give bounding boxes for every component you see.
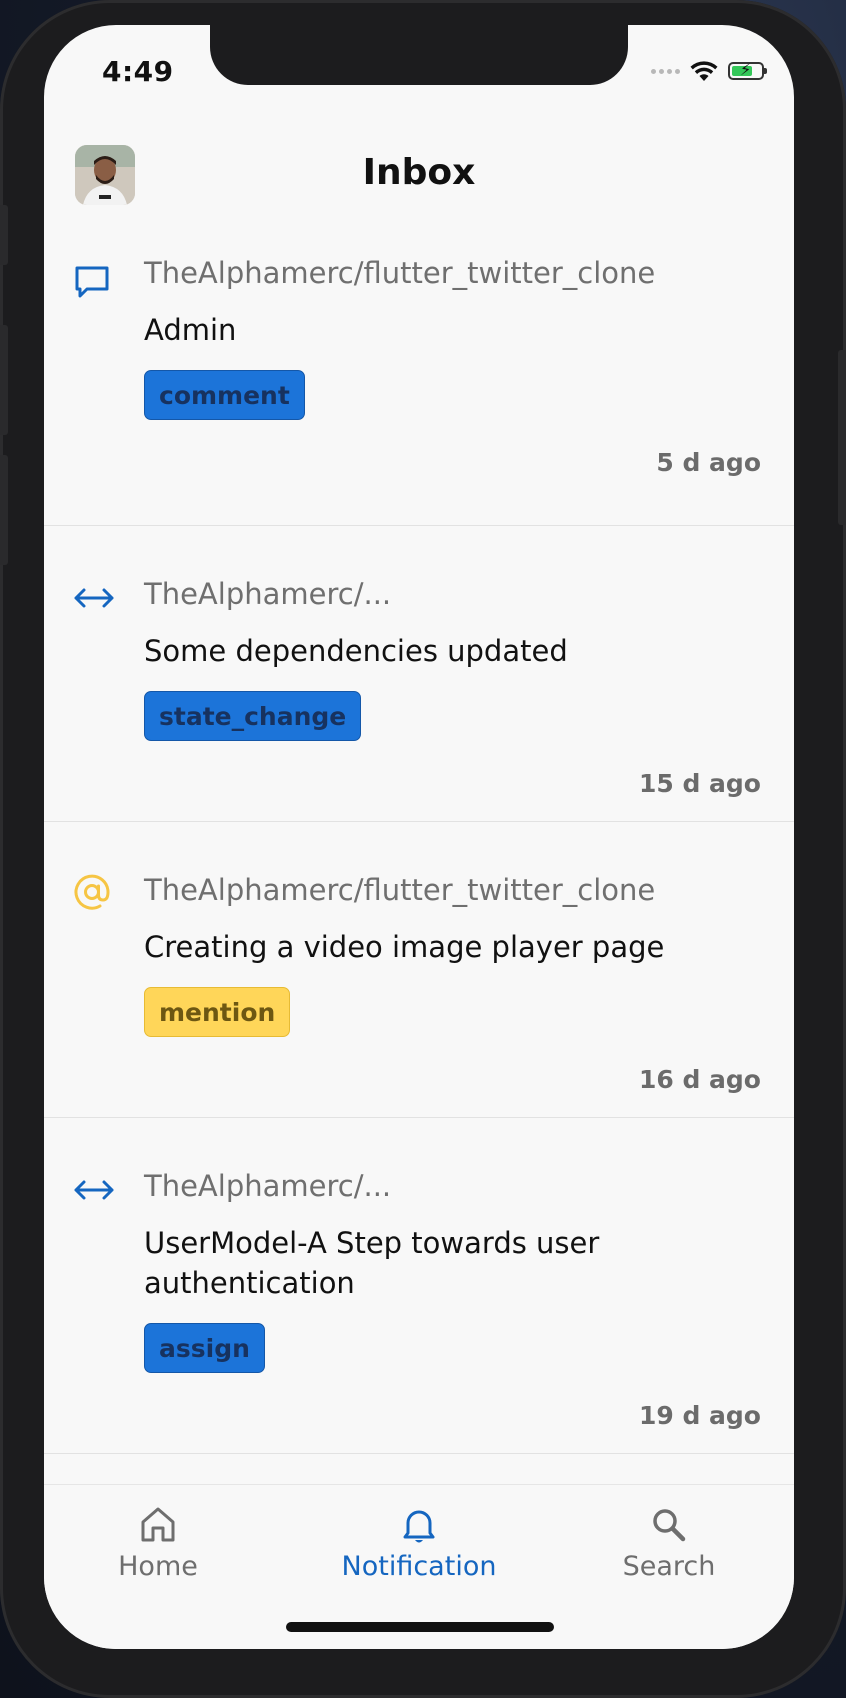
timestamp: 5 d ago — [656, 448, 761, 477]
type-tag: comment — [144, 370, 305, 420]
app-screen: 4:49 ⚡ Inbox TheAlphamerc/flutter_twitte… — [44, 25, 794, 1649]
notification-list: TheAlphamerc/flutter_twitter_clone Admin… — [44, 230, 794, 1454]
type-tag: assign — [144, 1323, 265, 1373]
timestamp: 16 d ago — [638, 1065, 761, 1094]
notification-title: Some dependencies updated — [144, 634, 568, 668]
status-icons: ⚡ — [651, 59, 767, 83]
tab-label: Home — [118, 1551, 198, 1582]
type-tag: state_change — [144, 691, 362, 741]
home-icon — [141, 1507, 175, 1542]
arrows-horizontal-icon — [74, 1180, 114, 1200]
type-tag: mention — [144, 987, 291, 1037]
timestamp: 19 d ago — [638, 1401, 761, 1430]
notch — [210, 25, 628, 85]
list-item[interactable]: TheAlphamerc/... UserModel-A Step toward… — [44, 1118, 794, 1454]
list-item[interactable]: TheAlphamerc/... Some dependencies updat… — [44, 526, 794, 822]
list-item[interactable]: TheAlphamerc/flutter_twitter_clone Creat… — [44, 822, 794, 1118]
repo-name: TheAlphamerc/flutter_twitter_clone — [144, 873, 656, 907]
battery-icon: ⚡ — [728, 61, 767, 80]
mute-switch — [0, 205, 8, 265]
tab-search[interactable]: Search — [569, 1503, 769, 1582]
bell-icon — [403, 1510, 435, 1543]
repo-name: TheAlphamerc/... — [144, 1169, 392, 1203]
arrows-horizontal-icon — [74, 588, 114, 608]
tab-home[interactable]: Home — [58, 1503, 258, 1582]
status-time: 4:49 — [102, 55, 174, 88]
volume-up-button — [0, 325, 8, 435]
repo-name: TheAlphamerc/flutter_twitter_clone — [144, 256, 656, 290]
list-item[interactable]: TheAlphamerc/flutter_twitter_clone Admin… — [44, 230, 794, 526]
comment-icon — [75, 266, 109, 298]
power-button — [838, 350, 846, 525]
notification-title: UserModel-A Step towards user authentica… — [144, 1226, 600, 1300]
phone-frame: 4:49 ⚡ Inbox TheAlphamerc/flutter_twitte… — [0, 0, 846, 1698]
home-indicator[interactable] — [286, 1622, 554, 1632]
volume-down-button — [0, 455, 8, 565]
notification-title: Admin — [144, 313, 237, 347]
tab-label: Notification — [341, 1551, 497, 1582]
tab-label: Search — [622, 1551, 716, 1582]
repo-name: TheAlphamerc/... — [144, 577, 392, 611]
app-header: Inbox — [44, 130, 794, 220]
cellular-signal-icon — [651, 68, 680, 74]
wifi-icon — [690, 61, 718, 81]
tab-notification[interactable]: Notification — [319, 1503, 519, 1582]
timestamp: 15 d ago — [638, 769, 761, 798]
page-title: Inbox — [362, 152, 476, 193]
at-sign-icon — [74, 874, 110, 910]
notification-title: Creating a video image player page — [144, 930, 665, 964]
search-icon — [653, 1509, 686, 1542]
